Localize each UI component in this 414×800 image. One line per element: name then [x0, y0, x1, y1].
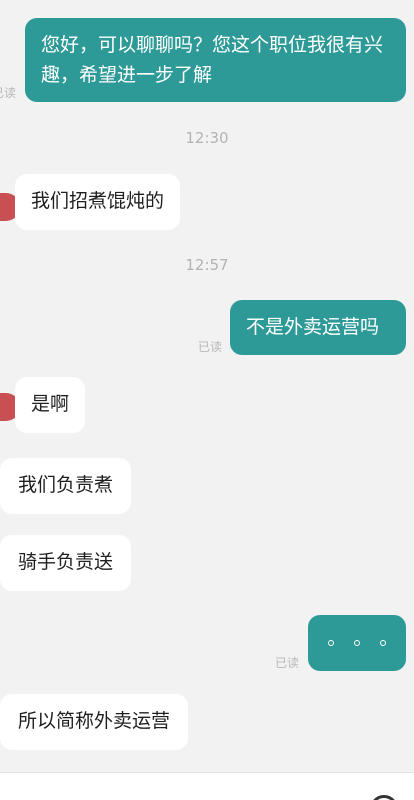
- message-bubble-received[interactable]: 所以简称外卖运营: [0, 694, 189, 750]
- message-bubble-sent[interactable]: 您好，可以聊聊吗？您这个职位我很有兴趣，希望进一步了解: [25, 18, 406, 102]
- read-status: 已读: [0, 86, 17, 100]
- message-bubble-sent[interactable]: [308, 615, 406, 671]
- dot: [328, 640, 334, 646]
- bottom-input-bar: [0, 772, 414, 800]
- message-bubble-received[interactable]: 骑手负责送: [0, 535, 132, 591]
- chat-screen: 已读 您好，可以聊聊吗？您这个职位我很有兴趣，希望进一步了解 12:30 我们招…: [0, 0, 414, 800]
- message-bubble-received[interactable]: 我们招煮馄炖的: [15, 174, 181, 230]
- circle-action-icon[interactable]: [370, 795, 398, 800]
- message-bubble-sent[interactable]: 不是外卖运营吗: [230, 300, 406, 355]
- timestamp: 12:57: [185, 256, 229, 274]
- read-status: 已读: [275, 656, 300, 670]
- message-bubble-received[interactable]: 是啊: [15, 377, 86, 433]
- ellipsis-icon: [308, 615, 406, 671]
- read-status: 已读: [198, 340, 223, 354]
- dot: [380, 640, 386, 646]
- message-bubble-received[interactable]: 我们负责煮: [0, 458, 132, 514]
- timestamp: 12:30: [185, 129, 229, 147]
- dot: [354, 640, 360, 646]
